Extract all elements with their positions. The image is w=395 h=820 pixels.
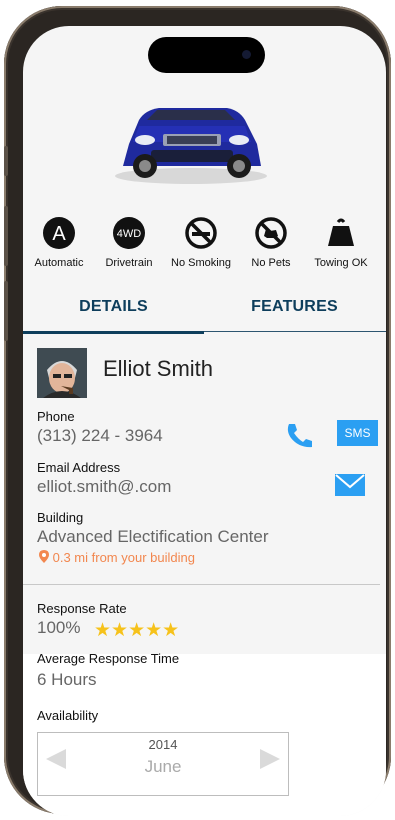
availability-label: Availability <box>37 708 99 723</box>
drivetrain-icon: 4WD <box>112 216 146 250</box>
distance-text: 0.3 mi from your building <box>52 550 195 565</box>
feature-no-pets: No Pets <box>243 216 299 269</box>
tab-bar: DETAILS FEATURES <box>23 294 386 334</box>
svg-text:A: A <box>52 223 66 245</box>
building-label: Building <box>37 510 84 525</box>
divider <box>23 584 380 585</box>
phone-frame: A Automatic 4WD Drivetrain No Smoking No… <box>4 6 391 816</box>
calendar-year: 2014 <box>148 737 178 752</box>
feature-drivetrain: 4WD Drivetrain <box>99 216 159 269</box>
rating-stars: ★★★★★ <box>94 620 180 641</box>
screen: A Automatic 4WD Drivetrain No Smoking No… <box>23 26 386 816</box>
location-pin-icon <box>39 550 53 565</box>
phone-label: Phone <box>37 409 75 424</box>
owner-name: Elliot Smith <box>103 356 214 381</box>
response-rate-label: Response Rate <box>37 601 127 616</box>
volume-up-button <box>4 206 8 266</box>
feature-no-smoking: No Smoking <box>169 216 233 269</box>
mail-icon[interactable] <box>335 474 365 496</box>
tab-details[interactable]: DETAILS <box>23 294 204 334</box>
feature-towing: Towing OK <box>309 216 373 269</box>
no-pets-icon <box>254 216 288 250</box>
calendar-month: June <box>144 757 182 776</box>
no-smoking-icon <box>184 216 218 250</box>
volume-down-button <box>4 281 8 341</box>
automatic-icon: A <box>42 216 76 250</box>
email-value: elliot.smith@.com <box>37 477 172 496</box>
call-icon[interactable] <box>285 422 313 448</box>
silent-switch <box>4 146 8 176</box>
avg-response-value: 6 Hours <box>37 670 97 689</box>
svg-text:4WD: 4WD <box>117 228 142 240</box>
phone-value: (313) 224 - 3964 <box>37 426 163 445</box>
tab-features[interactable]: FEATURES <box>204 294 385 332</box>
avatar <box>37 348 87 398</box>
vehicle-image <box>111 86 271 186</box>
avg-response-label: Average Response Time <box>37 651 180 666</box>
next-month-arrow-icon[interactable] <box>260 749 280 769</box>
sms-button[interactable]: SMS <box>337 420 378 446</box>
distance-info: 0.3 mi from your building <box>39 550 195 565</box>
building-value: Advanced Electification Center <box>37 527 269 546</box>
vehicle-features-row: A Automatic 4WD Drivetrain No Smoking No… <box>23 216 386 276</box>
response-rate-value: 100% <box>37 618 81 637</box>
towing-icon <box>324 216 358 250</box>
email-label: Email Address <box>37 460 121 475</box>
feature-automatic: A Automatic <box>29 216 89 269</box>
availability-calendar: 2014 June <box>37 732 289 796</box>
dynamic-island <box>148 37 265 73</box>
